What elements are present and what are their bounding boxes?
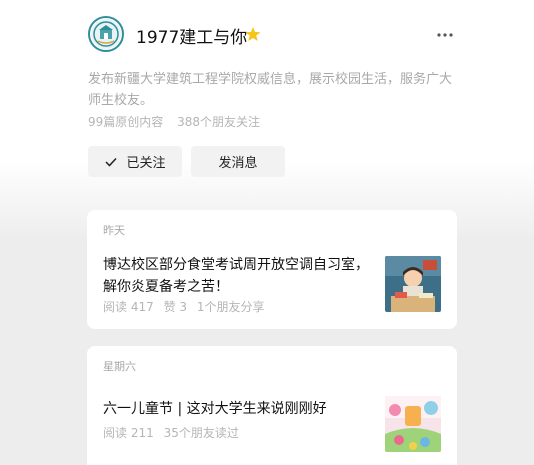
article-meta: 阅读 417 赞 3 1个朋友分享	[103, 298, 264, 315]
account-header: 1977建工与你	[88, 16, 458, 56]
followed-button[interactable]: 已关注	[88, 146, 182, 177]
college-logo-icon	[91, 19, 121, 49]
read-count: 阅读 417	[103, 300, 154, 314]
more-options-icon[interactable]	[436, 26, 454, 44]
send-message-label: 发消息	[218, 156, 258, 171]
article-card[interactable]: 星期六 六一儿童节 | 这对大学生来说刚刚好 阅读 211 35个朋友读过	[87, 346, 457, 465]
article-meta: 阅读 211 35个朋友读过	[103, 424, 239, 441]
article-card[interactable]: 昨天 博达校区部分食堂考试周开放空调自习室，解你炎夏备考之苦！ 阅读 417 赞…	[87, 210, 457, 329]
article-thumbnail[interactable]	[385, 396, 441, 452]
article-date: 星期六	[103, 360, 136, 373]
send-message-button[interactable]: 发消息	[191, 146, 285, 177]
colorful-candy-land-thumbnail	[385, 396, 441, 452]
share-count: 1个朋友分享	[196, 300, 265, 314]
account-description: 发布新疆大学建筑工程学院权威信息，展示校园生活，服务广大师生校友。	[88, 72, 453, 108]
star-icon[interactable]	[245, 26, 261, 42]
read-count: 阅读 211	[103, 426, 154, 440]
account-avatar[interactable]	[88, 16, 124, 52]
friends-read-count: 35个朋友读过	[163, 426, 239, 440]
account-name: 1977建工与你	[136, 28, 248, 48]
followers-count: 388个朋友关注	[177, 115, 261, 129]
followed-button-label: 已关注	[126, 156, 166, 171]
article-title[interactable]: 博达校区部分食堂考试周开放空调自习室，解你炎夏备考之苦！	[103, 254, 373, 298]
article-thumbnail[interactable]	[385, 256, 441, 312]
checkmark-icon	[105, 157, 118, 167]
article-title[interactable]: 六一儿童节 | 这对大学生来说刚刚好	[103, 398, 373, 420]
account-stats: 99篇原创内容 388个朋友关注	[88, 113, 260, 130]
cartoon-student-studying-thumbnail	[385, 256, 441, 312]
like-count: 赞 3	[163, 300, 188, 314]
original-count: 99篇原创内容	[88, 115, 164, 129]
article-date: 昨天	[103, 224, 125, 237]
